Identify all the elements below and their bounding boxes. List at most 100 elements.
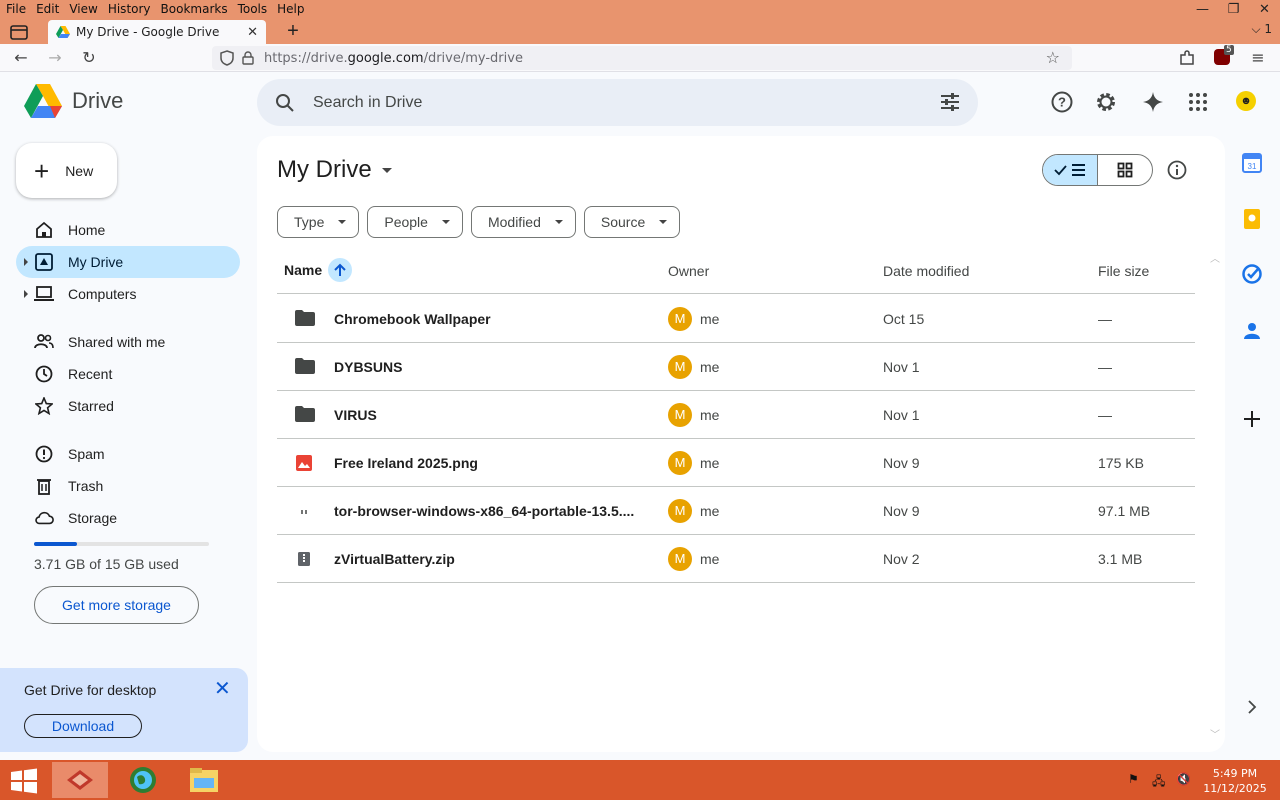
dropdown-arrow-icon [659,220,668,224]
help-icon[interactable]: ? [1050,90,1074,114]
owner-avatar: M [668,403,692,427]
filter-type[interactable]: Type [277,206,360,238]
file-name[interactable]: zVirtualBattery.zip [334,551,455,567]
minimize-button[interactable]: — [1187,0,1218,20]
file-size: 97.1 MB [1098,503,1151,519]
table-row[interactable]: tor-browser-windows-x86_64-portable-13.5… [277,487,1195,535]
expand-panel-chevron-icon[interactable] [1241,696,1263,718]
table-header: Name Owner Date modified File size [277,246,1195,294]
settings-gear-icon[interactable] [1094,90,1118,114]
file-name[interactable]: tor-browser-windows-x86_64-portable-13.5… [334,503,634,519]
column-header-name[interactable]: Name [284,258,353,282]
search-bar[interactable]: Search in Drive [257,79,978,126]
account-avatar[interactable]: ☻ [1236,91,1256,111]
menu-history[interactable]: History [102,0,155,20]
scroll-up-icon[interactable]: ︿ [1210,250,1220,265]
info-icon[interactable] [1167,160,1187,180]
sidebar-item-trash[interactable]: Trash [16,470,240,502]
gemini-sparkle-icon[interactable] [1141,90,1165,114]
menu-bookmarks[interactable]: Bookmarks [155,0,232,20]
new-tab-button[interactable]: + [282,20,304,44]
grid-view-button[interactable] [1098,155,1153,185]
volume-muted-icon[interactable]: 🔇 [1176,772,1196,788]
calendar-icon[interactable]: 31 [1241,152,1263,174]
sidebar-item-recent[interactable]: Recent [16,358,240,390]
column-header-file-size[interactable]: File size [1098,263,1149,279]
action-center-flag-icon[interactable]: ⚑ [1128,772,1148,788]
hamburger-menu-icon[interactable]: ≡ [1247,48,1269,68]
file-name[interactable]: Free Ireland 2025.png [334,455,478,471]
tab-list-button[interactable] [8,22,30,42]
filter-source[interactable]: Source [583,206,681,238]
reload-icon[interactable]: ↻ [78,48,100,68]
network-icon[interactable]: 🖧 [1152,772,1172,788]
table-row[interactable]: Free Ireland 2025.png Mme Nov 9 175 KB [277,439,1195,487]
drive-logo[interactable]: Drive [24,84,123,118]
column-header-owner[interactable]: Owner [668,263,709,279]
keep-icon[interactable] [1241,208,1263,230]
get-more-storage-button[interactable]: Get more storage [34,586,199,624]
add-addon-icon[interactable] [1241,408,1263,430]
file-name[interactable]: VIRUS [334,407,377,423]
apps-grid-icon[interactable] [1186,90,1210,114]
maximize-button[interactable]: ❐ [1218,0,1249,20]
menu-help[interactable]: Help [271,0,308,20]
sidebar-item-shared-with-me[interactable]: Shared with me [16,326,240,358]
sidebar-item-starred[interactable]: Starred [16,390,240,422]
menu-file[interactable]: File [0,0,30,20]
sidebar-item-computers[interactable]: Computers [16,278,240,310]
menu-edit[interactable]: Edit [30,0,63,20]
contacts-icon[interactable] [1241,320,1263,342]
file-owner: Mme [668,403,719,427]
expand-caret-icon[interactable] [24,290,28,298]
taskbar-app-browser[interactable] [52,762,108,798]
svg-text:?: ? [1058,95,1066,110]
clock-icon [34,364,54,384]
taskbar-app-file-explorer[interactable] [176,762,232,798]
sort-ascending-icon[interactable] [328,258,353,282]
page-title[interactable]: My Drive [277,156,392,184]
new-button[interactable]: + New [16,143,117,198]
table-row[interactable]: zVirtualBattery.zip Mme Nov 2 3.1 MB [277,535,1195,583]
storage-progress-fill [34,542,78,546]
owner-name: me [700,551,720,567]
tasks-icon[interactable] [1241,263,1263,285]
menu-view[interactable]: View [63,0,101,20]
filter-modified[interactable]: Modified [470,206,576,238]
list-view-button[interactable] [1043,155,1098,185]
close-window-button[interactable]: ✕ [1249,0,1280,20]
bookmark-star-icon[interactable]: ☆ [1046,48,1060,67]
sidebar-item-my-drive[interactable]: My Drive [16,246,240,278]
tab-my-drive[interactable]: My Drive - Google Drive ✕ [48,20,266,44]
menu-tools[interactable]: Tools [232,0,272,20]
expand-caret-icon[interactable] [24,258,28,266]
table-row[interactable]: DYBSUNS Mme Nov 1 — [277,343,1195,391]
file-name[interactable]: DYBSUNS [334,359,402,375]
taskbar-app-globe[interactable] [115,762,171,798]
file-date-modified: Nov 1 [883,407,920,423]
file-date-modified: Nov 2 [883,551,920,567]
extensions-icon[interactable] [1178,49,1196,67]
column-header-date-modified[interactable]: Date modified [883,263,969,279]
sidebar-item-storage[interactable]: Storage [16,502,240,534]
filter-people[interactable]: People [367,206,463,238]
scroll-down-icon[interactable]: ﹀ [1210,726,1220,741]
system-clock[interactable]: 5:49 PM 11/12/2025 [1200,766,1270,796]
address-bar[interactable]: https://drive.google.com/drive/my-drive … [212,46,1072,70]
lock-icon [242,51,254,65]
forward-icon[interactable]: → [44,48,66,68]
tab-overflow-menu[interactable]: ⌵ 1 [1251,22,1272,37]
back-icon[interactable]: ← [10,48,32,68]
column-name-label: Name [284,262,323,278]
table-row[interactable]: VIRUS Mme Nov 1 — [277,391,1195,439]
close-tab-icon[interactable]: ✕ [247,25,258,40]
file-name[interactable]: Chromebook Wallpaper [334,311,491,327]
windows-start-icon[interactable] [10,768,38,794]
table-row[interactable]: Chromebook Wallpaper Mme Oct 15 — [277,295,1195,343]
download-button[interactable]: Download [24,714,142,738]
sidebar-item-home[interactable]: Home [16,214,240,246]
sidebar-item-spam[interactable]: Spam [16,438,240,470]
owner-avatar: M [668,547,692,571]
search-options-icon[interactable] [940,92,960,112]
close-promo-icon[interactable]: ✕ [214,676,231,701]
